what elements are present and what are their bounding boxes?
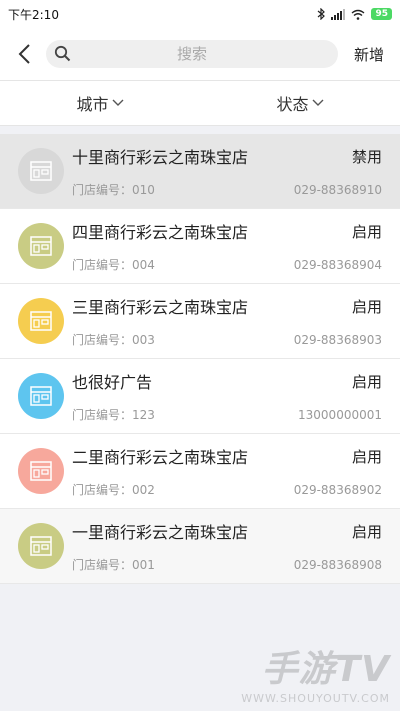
store-info: 一里商行彩云之南珠宝店 启用 门店编号：001 029-88368908 [72,519,382,573]
store-row[interactable]: 二里商行彩云之南珠宝店 启用 门店编号：002 029-88368902 [0,434,400,509]
store-avatar [18,523,64,569]
store-code: 门店编号：001 [72,558,155,572]
store-info: 十里商行彩云之南珠宝店 禁用 门店编号：010 029-88368910 [72,144,382,198]
filter-status-label: 状态 [276,95,309,114]
chevron-left-icon [18,44,30,64]
storefront-icon [30,461,52,481]
store-avatar [18,223,64,269]
storefront-icon [30,386,52,406]
store-phone: 029-88368910 [293,182,382,197]
store-name: 十里商行彩云之南珠宝店 [72,148,249,167]
storefront-icon [30,536,52,556]
store-code: 门店编号：123 [72,408,155,422]
store-status: 禁用 [351,147,382,166]
store-status: 启用 [351,522,382,541]
store-row[interactable]: 也很好广告 启用 门店编号：123 13000000001 [0,359,400,434]
store-code: 门店编号：002 [72,483,155,497]
store-info: 二里商行彩云之南珠宝店 启用 门店编号：002 029-88368902 [72,444,382,498]
store-name: 一里商行彩云之南珠宝店 [72,523,249,542]
store-info: 三里商行彩云之南珠宝店 启用 门店编号：003 029-88368903 [72,294,382,348]
store-list: 十里商行彩云之南珠宝店 禁用 门店编号：010 029-88368910 四里商行彩… [0,134,400,584]
store-row[interactable]: 三里商行彩云之南珠宝店 启用 门店编号：003 029-88368903 [0,284,400,359]
store-status: 启用 [351,372,382,391]
store-name: 四里商行彩云之南珠宝店 [72,223,249,242]
store-phone: 029-88368908 [293,557,382,572]
store-phone: 029-88368902 [293,482,382,497]
bluetooth-icon [318,8,326,20]
store-phone: 029-88368904 [293,257,382,272]
store-row[interactable]: 一里商行彩云之南珠宝店 启用 门店编号：001 029-88368908 [0,509,400,584]
signal-icon [331,8,346,20]
store-name: 也很好广告 [72,373,153,392]
chevron-down-icon [112,99,123,106]
store-avatar [18,148,64,194]
back-button[interactable] [10,40,38,68]
store-avatar [18,298,64,344]
search-input[interactable] [54,45,330,63]
filter-city-label: 城市 [76,95,109,114]
store-row[interactable]: 十里商行彩云之南珠宝店 禁用 门店编号：010 029-88368910 [0,134,400,209]
status-bar: 下午2:10 95 [0,0,400,28]
search-icon [54,45,71,62]
storefront-icon [30,311,52,331]
store-status: 启用 [351,297,382,316]
filter-city[interactable]: 城市 [0,81,200,125]
add-store-button[interactable]: 新增 [354,44,384,65]
store-code: 门店编号：004 [72,258,155,272]
navigation-bar: 新增 [0,28,400,80]
battery-icon: 95 [371,8,392,20]
status-time: 下午2:10 [8,7,59,22]
store-status: 启用 [351,447,382,466]
status-icons: 95 [317,8,392,20]
search-box[interactable] [46,40,338,68]
filter-status[interactable]: 状态 [200,81,400,125]
store-row[interactable]: 四里商行彩云之南珠宝店 启用 门店编号：004 029-88368904 [0,209,400,284]
store-code: 门店编号：003 [72,333,155,347]
watermark: 手游TV WWW.SHOUYOUTV.COM [241,640,390,705]
store-name: 二里商行彩云之南珠宝店 [72,448,249,467]
store-name: 三里商行彩云之南珠宝店 [72,298,249,317]
watermark-url: WWW.SHOUYOUTV.COM [241,692,390,705]
filter-bar: 城市 状态 [0,80,400,126]
chevron-down-icon [312,99,323,106]
store-phone: 13000000001 [298,407,382,422]
store-avatar [18,373,64,419]
store-avatar [18,448,64,494]
store-info: 四里商行彩云之南珠宝店 启用 门店编号：004 029-88368904 [72,219,382,273]
store-phone: 029-88368903 [293,332,382,347]
store-info: 也很好广告 启用 门店编号：123 13000000001 [72,369,382,423]
watermark-title: 手游TV [261,649,390,690]
store-code: 门店编号：010 [72,183,155,197]
store-status: 启用 [351,222,382,241]
storefront-icon [30,161,52,181]
wifi-icon [352,9,365,20]
storefront-icon [30,236,52,256]
